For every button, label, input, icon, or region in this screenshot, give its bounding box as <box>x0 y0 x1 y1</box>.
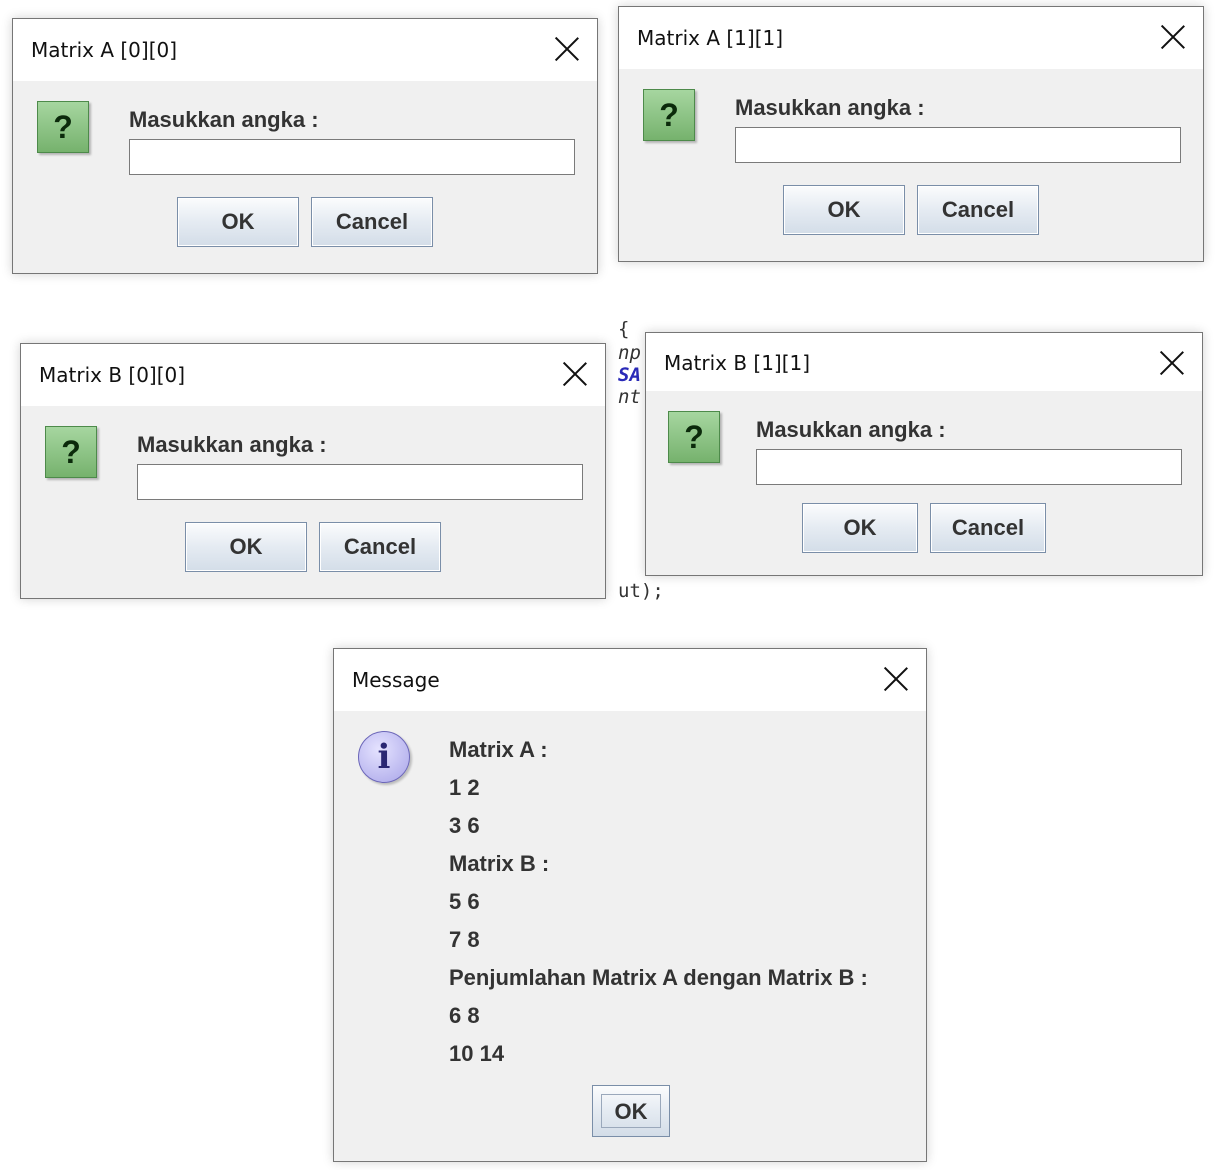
close-icon[interactable] <box>882 665 910 693</box>
code-fragment-sa: SA <box>618 364 641 386</box>
question-icon: ? <box>45 426 97 478</box>
cancel-button[interactable]: Cancel <box>319 522 441 572</box>
code-fragment-nt: nt <box>618 386 641 408</box>
message-line: 10 14 <box>449 1041 505 1066</box>
prompt-label: Masukkan angka : <box>735 95 925 120</box>
dialog-titlebar: Matrix A [0][0] <box>13 19 597 81</box>
message-dialog: Message i Matrix A : 1 2 3 6 Matrix B : … <box>333 648 927 1162</box>
ok-button[interactable]: OK <box>783 185 905 235</box>
dialog-titlebar: Matrix B [0][0] <box>21 344 605 406</box>
prompt-label: Masukkan angka : <box>129 107 319 132</box>
number-input[interactable] <box>735 127 1181 163</box>
close-icon[interactable] <box>1158 349 1186 377</box>
dialog-title: Matrix B [1][1] <box>664 351 811 375</box>
input-dialog-matrix-a-00: Matrix A [0][0] ? Masukkan angka : OK Ca… <box>12 18 598 274</box>
message-line: 3 6 <box>449 813 480 838</box>
dialog-title: Matrix A [0][0] <box>31 38 178 62</box>
close-icon[interactable] <box>1159 23 1187 51</box>
dialog-title: Message <box>352 668 440 692</box>
message-line: Matrix A : <box>449 737 548 762</box>
code-fragment-ut: ut); <box>618 580 664 602</box>
number-input[interactable] <box>129 139 575 175</box>
message-line: Penjumlahan Matrix A dengan Matrix B : <box>449 965 868 990</box>
question-icon: ? <box>37 101 89 153</box>
number-input[interactable] <box>137 464 583 500</box>
dialog-titlebar: Matrix A [1][1] <box>619 7 1203 69</box>
message-line: 1 2 <box>449 775 480 800</box>
input-dialog-matrix-a-11: Matrix A [1][1] ? Masukkan angka : OK Ca… <box>618 6 1204 262</box>
input-dialog-matrix-b-00: Matrix B [0][0] ? Masukkan angka : OK Ca… <box>20 343 606 599</box>
cancel-button[interactable]: Cancel <box>930 503 1046 553</box>
code-fragment-np: np <box>618 342 641 364</box>
close-icon[interactable] <box>561 360 589 388</box>
question-icon: ? <box>668 411 720 463</box>
ok-button[interactable]: OK <box>802 503 918 553</box>
message-line: 5 6 <box>449 889 480 914</box>
input-dialog-matrix-b-11: Matrix B [1][1] ? Masukkan angka : OK Ca… <box>645 332 1203 576</box>
cancel-button[interactable]: Cancel <box>917 185 1039 235</box>
code-fragment-brace: { <box>618 318 630 340</box>
message-line: 7 8 <box>449 927 480 952</box>
message-line: Matrix B : <box>449 851 550 876</box>
ok-button[interactable]: OK <box>185 522 307 572</box>
message-line: 6 8 <box>449 1003 480 1028</box>
close-icon[interactable] <box>553 35 581 63</box>
question-icon: ? <box>643 89 695 141</box>
cancel-button[interactable]: Cancel <box>311 197 433 247</box>
dialog-titlebar: Message <box>334 649 926 711</box>
dialog-title: Matrix B [0][0] <box>39 363 186 387</box>
ok-button[interactable]: OK <box>592 1085 670 1137</box>
prompt-label: Masukkan angka : <box>756 417 946 442</box>
ok-button[interactable]: OK <box>177 197 299 247</box>
prompt-label: Masukkan angka : <box>137 432 327 457</box>
dialog-title: Matrix A [1][1] <box>637 26 784 50</box>
dialog-titlebar: Matrix B [1][1] <box>646 333 1202 391</box>
ok-button-label: OK <box>601 1094 661 1128</box>
number-input[interactable] <box>756 449 1182 485</box>
information-icon: i <box>358 731 410 783</box>
